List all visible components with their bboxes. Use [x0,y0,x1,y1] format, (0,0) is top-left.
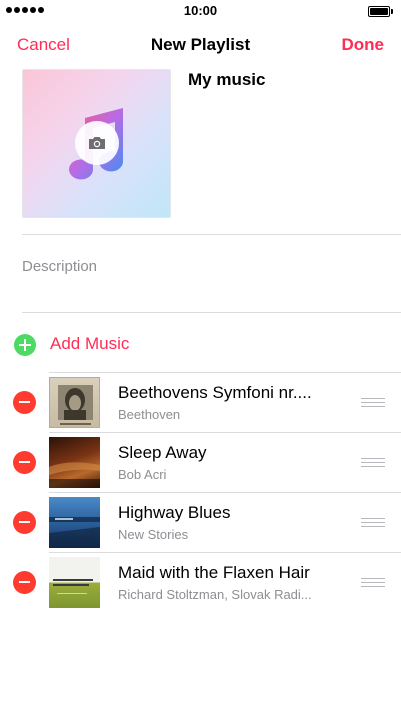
playlist-artwork[interactable] [22,69,171,218]
camera-button[interactable] [75,121,119,165]
reorder-grabber-icon[interactable] [361,398,385,408]
description-field[interactable]: Description [22,258,97,275]
album-cover [49,377,100,428]
divider [22,312,401,313]
status-time: 10:00 [183,3,218,18]
album-cover [49,497,100,548]
track-row[interactable]: Sleep Away Bob Acri [0,432,401,492]
minus-circle-icon[interactable] [13,451,36,474]
reorder-grabber-icon[interactable] [361,578,385,588]
track-title: Highway Blues [118,503,231,522]
track-title: Maid with the Flaxen Hair [118,563,310,582]
done-button[interactable]: Done [342,35,385,55]
camera-icon [89,137,105,149]
minus-circle-icon[interactable] [13,391,36,414]
plus-circle-icon [14,334,36,356]
track-row[interactable]: Highway Blues New Stories [0,492,401,552]
album-cover [49,437,100,488]
add-music-button[interactable]: Add Music [0,323,401,367]
minus-circle-icon[interactable] [13,571,36,594]
battery-icon [368,6,393,17]
track-title: Sleep Away [118,443,207,462]
track-row[interactable]: Beethovens Symfoni nr.... Beethoven [0,372,401,432]
status-bar: 10:00 [0,0,401,22]
minus-circle-icon[interactable] [13,511,36,534]
divider [22,234,401,235]
playlist-name-field[interactable]: My music [188,70,265,90]
track-title: Beethovens Symfoni nr.... [118,383,312,402]
track-artist: Richard Stoltzman, Slovak Radi... [118,587,312,602]
album-cover [49,557,100,608]
track-artist: New Stories [118,527,189,542]
add-music-label: Add Music [50,334,130,353]
navigation-bar: Cancel New Playlist Done [0,22,401,66]
track-row[interactable]: Maid with the Flaxen Hair Richard Stoltz… [0,552,401,612]
reorder-grabber-icon[interactable] [361,458,385,468]
reorder-grabber-icon[interactable] [361,518,385,528]
track-artist: Bob Acri [118,467,167,482]
track-artist: Beethoven [118,407,181,422]
